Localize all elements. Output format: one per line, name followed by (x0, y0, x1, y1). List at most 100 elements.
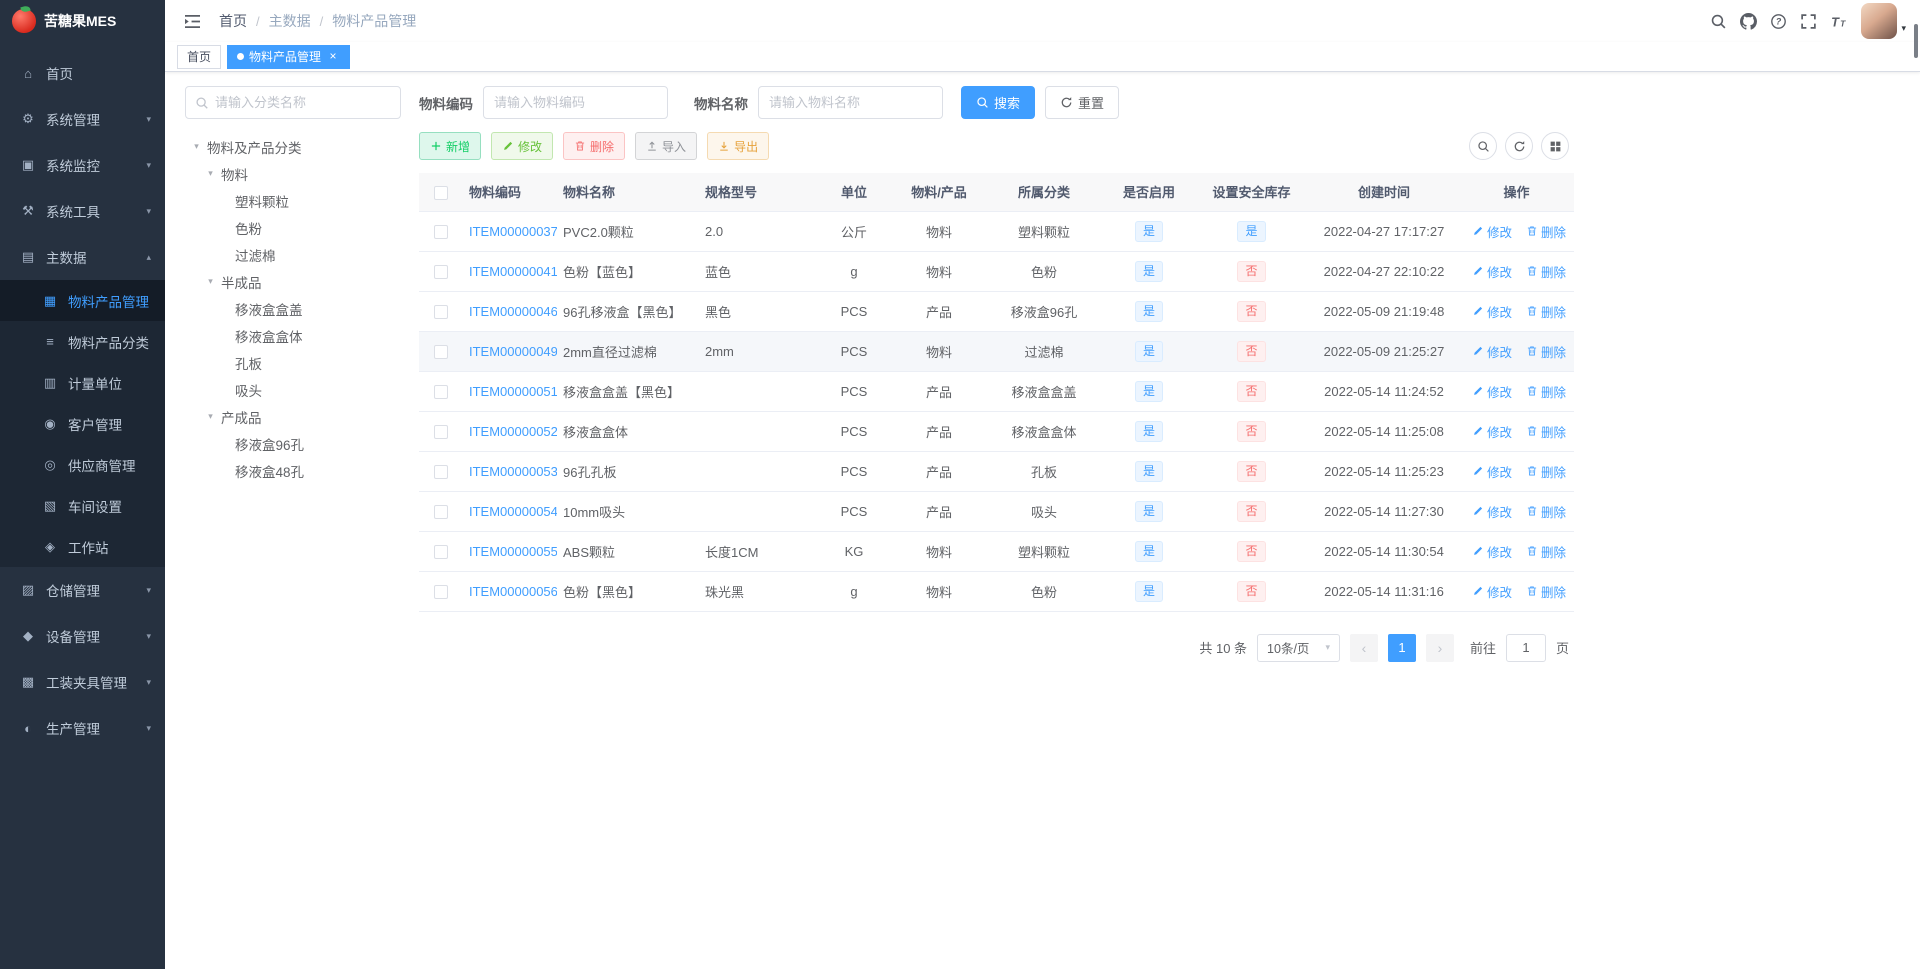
prev-page-button[interactable]: ‹ (1349, 633, 1378, 662)
delete-link[interactable]: 删除 (1526, 302, 1566, 321)
edit-link[interactable]: 修改 (1472, 502, 1512, 521)
user-menu-caret-icon[interactable]: ▾ (1901, 23, 1906, 34)
next-page-button[interactable]: › (1425, 633, 1454, 662)
edit-link[interactable]: 修改 (1472, 422, 1512, 441)
help-icon[interactable]: ? (1763, 6, 1793, 36)
edit-link[interactable]: 修改 (1472, 262, 1512, 281)
app-logo[interactable]: 苦糖果MES (0, 0, 165, 42)
row-checkbox[interactable] (434, 344, 448, 359)
material-code-link[interactable]: ITEM00000056 (469, 584, 557, 599)
delete-link[interactable]: 删除 (1526, 542, 1566, 561)
import-button[interactable]: 导入 (635, 132, 698, 160)
material-code-link[interactable]: ITEM00000054 (469, 504, 557, 519)
tab[interactable]: 首页 (177, 44, 222, 69)
sidebar-item-production[interactable]: ◐ 生产管理 ▾ (0, 705, 165, 751)
tree-node[interactable]: 移液盒盒体 (185, 322, 401, 349)
tab-close-icon[interactable]: × (326, 49, 340, 64)
category-search-input[interactable] (215, 95, 391, 110)
page-1-button[interactable]: 1 (1387, 633, 1416, 662)
delete-link[interactable]: 删除 (1526, 342, 1566, 361)
delete-link[interactable]: 删除 (1526, 382, 1566, 401)
sidebar-item-monitor[interactable]: ▣ 系统监控 ▾ (0, 142, 165, 188)
material-code-link[interactable]: ITEM00000053 (469, 464, 557, 479)
material-code-link[interactable]: ITEM00000041 (469, 264, 557, 279)
sidebar-subitem-supplier[interactable]: ◎ 供应商管理 (0, 444, 165, 485)
header-search-icon[interactable] (1703, 6, 1733, 36)
tree-node[interactable]: ▾ 物料及产品分类 (185, 133, 401, 160)
avatar[interactable] (1861, 3, 1898, 39)
sidebar-item-equipment[interactable]: ◆ 设备管理 ▾ (0, 613, 165, 659)
delete-link[interactable]: 删除 (1526, 422, 1566, 441)
edit-link[interactable]: 修改 (1472, 382, 1512, 401)
columns-setting-button[interactable] (1541, 132, 1569, 160)
sidebar-subitem-material-mgmt[interactable]: ▦ 物料产品管理 (0, 280, 165, 321)
material-code-link[interactable]: ITEM00000049 (469, 344, 557, 359)
edit-link[interactable]: 修改 (1472, 582, 1512, 601)
row-checkbox[interactable] (434, 384, 448, 399)
sidebar-item-tool[interactable]: ⚒ 系统工具 ▾ (0, 188, 165, 234)
row-checkbox[interactable] (434, 544, 448, 559)
delete-link[interactable]: 删除 (1526, 582, 1566, 601)
refresh-table-button[interactable] (1505, 132, 1533, 160)
sidebar-item-warehouse[interactable]: ▨ 仓储管理 ▾ (0, 567, 165, 613)
material-name-input[interactable] (758, 86, 943, 119)
delete-link[interactable]: 删除 (1526, 262, 1566, 281)
edit-link[interactable]: 修改 (1472, 222, 1512, 241)
sidebar-subitem-customer[interactable]: ◉ 客户管理 (0, 403, 165, 444)
tree-node[interactable]: 移液盒96孔 (185, 430, 401, 457)
material-code-link[interactable]: ITEM00000052 (469, 424, 557, 439)
material-code-link[interactable]: ITEM00000055 (469, 544, 557, 559)
edit-link[interactable]: 修改 (1472, 342, 1512, 361)
material-code-input[interactable] (483, 86, 668, 119)
toggle-search-button[interactable] (1469, 132, 1497, 160)
tree-node[interactable]: ▾ 半成品 (185, 268, 401, 295)
edit-button[interactable]: 修改 (491, 132, 554, 160)
select-all-checkbox[interactable] (434, 185, 448, 200)
search-button[interactable]: 搜索 (961, 86, 1036, 119)
delete-link[interactable]: 删除 (1526, 502, 1566, 521)
row-checkbox[interactable] (434, 304, 448, 319)
material-code-link[interactable]: ITEM00000046 (469, 304, 557, 319)
tree-node[interactable]: 孔板 (185, 349, 401, 376)
sidebar-subitem-workshop[interactable]: ▧ 车间设置 (0, 485, 165, 526)
page-size-select[interactable]: 10条/页 ▾ (1257, 633, 1340, 662)
breadcrumb-item[interactable]: 首页 (219, 11, 247, 31)
add-button[interactable]: 新增 (419, 132, 482, 160)
github-icon[interactable] (1733, 6, 1763, 36)
tree-node[interactable]: 移液盒盒盖 (185, 295, 401, 322)
tree-node[interactable]: 色粉 (185, 214, 401, 241)
delete-link[interactable]: 删除 (1526, 462, 1566, 481)
tree-node[interactable]: 移液盒48孔 (185, 457, 401, 484)
sidebar-subitem-workstation[interactable]: ◈ 工作站 (0, 526, 165, 567)
sidebar-toggle-icon[interactable] (179, 8, 205, 34)
scrollbar-thumb[interactable] (1914, 24, 1918, 58)
tree-node[interactable]: 吸头 (185, 376, 401, 403)
row-checkbox[interactable] (434, 504, 448, 519)
edit-link[interactable]: 修改 (1472, 542, 1512, 561)
tree-node[interactable]: 塑料颗粒 (185, 187, 401, 214)
edit-link[interactable]: 修改 (1472, 462, 1512, 481)
delete-link[interactable]: 删除 (1526, 222, 1566, 241)
tree-node[interactable]: 过滤棉 (185, 241, 401, 268)
reset-button[interactable]: 重置 (1045, 86, 1120, 119)
fullscreen-icon[interactable] (1793, 6, 1823, 36)
sidebar-item-home[interactable]: ⌂ 首页 (0, 50, 165, 96)
tab-active[interactable]: 物料产品管理 × (227, 44, 351, 69)
goto-page-input[interactable] (1505, 633, 1546, 662)
sidebar-item-masterdata[interactable]: ▤ 主数据 ▴ (0, 234, 165, 280)
row-checkbox[interactable] (434, 224, 448, 239)
tree-node[interactable]: ▾ 产成品 (185, 403, 401, 430)
sidebar-item-system[interactable]: ⚙ 系统管理 ▾ (0, 96, 165, 142)
row-checkbox[interactable] (434, 264, 448, 279)
row-checkbox[interactable] (434, 464, 448, 479)
delete-button[interactable]: 删除 (563, 132, 626, 160)
material-code-link[interactable]: ITEM00000051 (469, 384, 557, 399)
row-checkbox[interactable] (434, 584, 448, 599)
sidebar-subitem-material-category[interactable]: ≡ 物料产品分类 (0, 321, 165, 362)
tree-node[interactable]: ▾ 物料 (185, 160, 401, 187)
row-checkbox[interactable] (434, 424, 448, 439)
edit-link[interactable]: 修改 (1472, 302, 1512, 321)
font-size-icon[interactable]: TT (1823, 6, 1853, 36)
sidebar-item-fixture[interactable]: ▩ 工装夹具管理 ▾ (0, 659, 165, 705)
material-code-link[interactable]: ITEM00000037 (469, 224, 557, 239)
